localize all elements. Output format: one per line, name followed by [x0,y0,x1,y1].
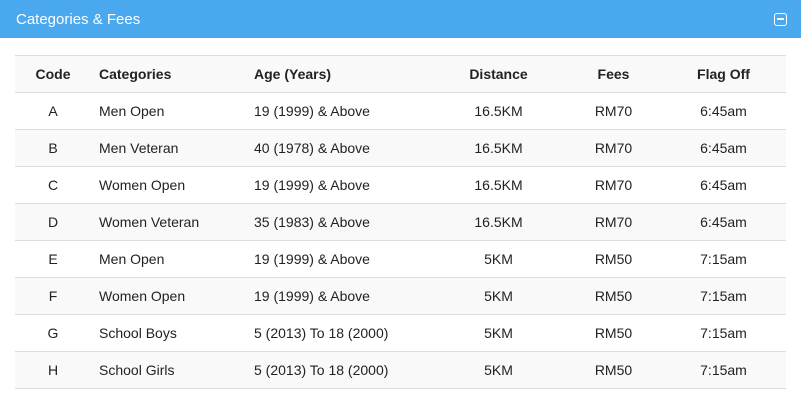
cell-flag-off: 6:45am [661,92,786,130]
header-fees: Fees [566,55,661,93]
cell-age: 5 (2013) To 18 (2000) [246,314,431,352]
cell-flag-off: 6:45am [661,203,786,241]
cell-distance: 16.5KM [431,166,566,204]
table-row: G School Boys 5 (2013) To 18 (2000) 5KM … [15,314,786,352]
cell-code: C [15,166,91,204]
cell-fees: RM70 [566,166,661,204]
table-row: F Women Open 19 (1999) & Above 5KM RM50 … [15,277,786,315]
cell-distance: 5KM [431,314,566,352]
cell-flag-off: 7:15am [661,314,786,352]
cell-fees: RM50 [566,277,661,315]
cell-distance: 5KM [431,277,566,315]
cell-code: D [15,203,91,241]
cell-distance: 5KM [431,240,566,278]
cell-flag-off: 7:15am [661,240,786,278]
cell-fees: RM50 [566,351,661,389]
fees-table: Code Categories Age (Years) Distance Fee… [15,55,786,389]
cell-age: 5 (2013) To 18 (2000) [246,351,431,389]
cell-category: Men Veteran [91,129,246,167]
cell-flag-off: 6:45am [661,129,786,167]
panel-title: Categories & Fees [16,10,141,28]
header-distance: Distance [431,55,566,93]
cell-category: Men Open [91,240,246,278]
cell-category: Women Veteran [91,203,246,241]
table-header-row: Code Categories Age (Years) Distance Fee… [15,55,786,93]
categories-fees-panel: Categories & Fees Code Categories Age (Y… [0,0,801,412]
fees-table-container: Code Categories Age (Years) Distance Fee… [15,55,786,389]
table-row: A Men Open 19 (1999) & Above 16.5KM RM70… [15,92,786,130]
table-row: H School Girls 5 (2013) To 18 (2000) 5KM… [15,351,786,389]
minus-square-icon[interactable] [774,12,787,26]
table-row: E Men Open 19 (1999) & Above 5KM RM50 7:… [15,240,786,278]
cell-category: Men Open [91,92,246,130]
cell-age: 19 (1999) & Above [246,166,431,204]
cell-code: E [15,240,91,278]
table-row: D Women Veteran 35 (1983) & Above 16.5KM… [15,203,786,241]
cell-code: F [15,277,91,315]
cell-fees: RM50 [566,240,661,278]
cell-distance: 16.5KM [431,92,566,130]
table-row: C Women Open 19 (1999) & Above 16.5KM RM… [15,166,786,204]
cell-category: School Boys [91,314,246,352]
cell-age: 19 (1999) & Above [246,240,431,278]
cell-age: 35 (1983) & Above [246,203,431,241]
header-age: Age (Years) [246,55,431,93]
header-categories: Categories [91,55,246,93]
cell-code: H [15,351,91,389]
cell-distance: 16.5KM [431,203,566,241]
cell-flag-off: 7:15am [661,351,786,389]
header-flag-off: Flag Off [661,55,786,93]
panel-header: Categories & Fees [0,0,801,38]
cell-code: A [15,92,91,130]
cell-code: B [15,129,91,167]
cell-code: G [15,314,91,352]
header-code: Code [15,55,91,93]
cell-flag-off: 6:45am [661,166,786,204]
cell-distance: 5KM [431,351,566,389]
cell-fees: RM50 [566,314,661,352]
cell-category: Women Open [91,277,246,315]
cell-age: 40 (1978) & Above [246,129,431,167]
cell-fees: RM70 [566,92,661,130]
cell-category: School Girls [91,351,246,389]
cell-distance: 16.5KM [431,129,566,167]
cell-flag-off: 7:15am [661,277,786,315]
table-row: B Men Veteran 40 (1978) & Above 16.5KM R… [15,129,786,167]
cell-age: 19 (1999) & Above [246,92,431,130]
cell-fees: RM70 [566,129,661,167]
cell-category: Women Open [91,166,246,204]
cell-fees: RM70 [566,203,661,241]
cell-age: 19 (1999) & Above [246,277,431,315]
